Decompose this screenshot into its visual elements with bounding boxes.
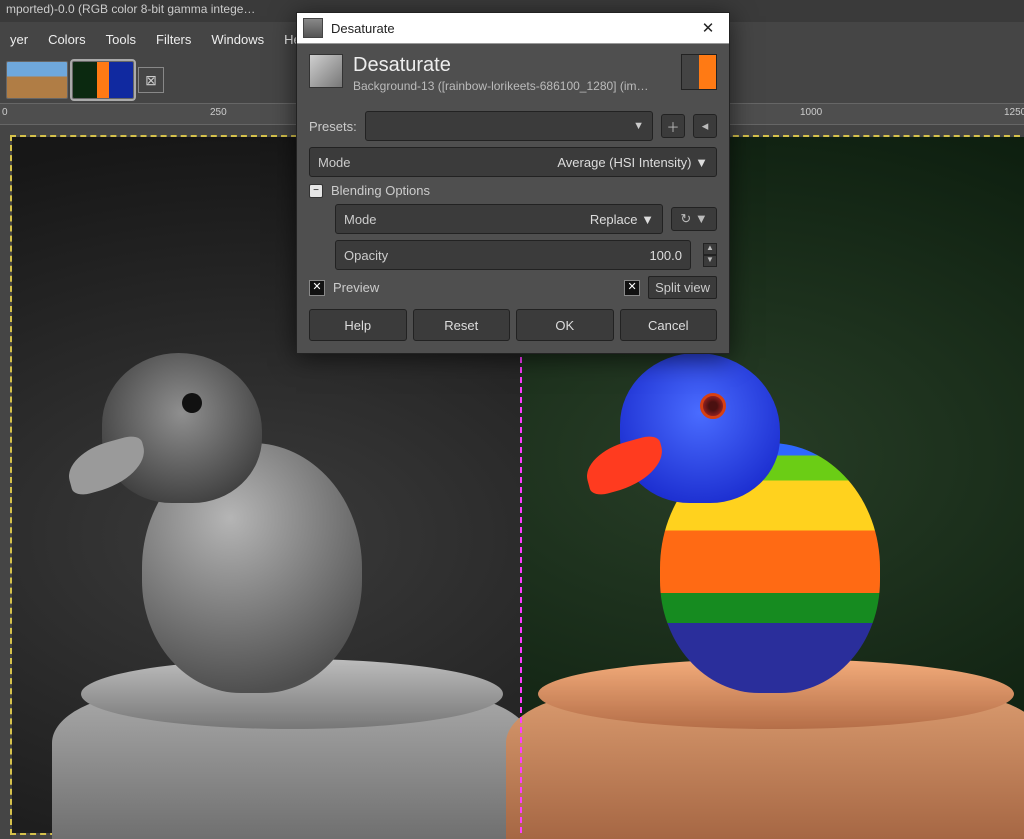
image-tab[interactable]: [6, 61, 68, 99]
menu-windows[interactable]: Windows: [201, 26, 274, 53]
preview-label: Preview: [333, 280, 379, 295]
dialog-titlebar[interactable]: Desaturate ✕: [297, 13, 729, 44]
dialog-title: Desaturate: [331, 21, 395, 36]
menu-filters[interactable]: Filters: [146, 26, 201, 53]
bird-grayscale: [72, 313, 432, 743]
preview-thumbnail: [681, 54, 717, 90]
app-icon: [303, 18, 323, 38]
desaturate-icon: [309, 54, 343, 88]
ruler-tick: 1250: [1004, 107, 1024, 118]
opacity-value: 100.0: [649, 248, 682, 263]
preview-checkbox[interactable]: ✕: [309, 280, 325, 296]
chevron-down-icon: ▼: [633, 120, 644, 132]
presets-label: Presets:: [309, 119, 357, 134]
dialog-subtitle: Background-13 ([rainbow-lorikeets-686100…: [353, 79, 653, 93]
chevron-down-icon: ▼: [692, 155, 708, 170]
ruler-tick: 1000: [800, 107, 822, 118]
split-view-checkbox[interactable]: ✕: [624, 280, 640, 296]
mode-dropdown[interactable]: Mode Average (HSI Intensity) ▼: [309, 147, 717, 177]
blending-options-label: Blending Options: [331, 183, 430, 198]
opacity-field[interactable]: Opacity 100.0: [335, 240, 691, 270]
split-view-label: Split view: [648, 276, 717, 299]
blend-mode-value: Replace: [590, 212, 638, 227]
mode-label: Mode: [318, 155, 351, 170]
close-icon[interactable]: ✕: [691, 16, 725, 40]
chevron-down-icon: ▼: [638, 212, 654, 227]
bird-color: [590, 313, 950, 743]
dialog-header: Desaturate Background-13 ([rainbow-lorik…: [297, 44, 729, 99]
spin-down-icon[interactable]: ▼: [703, 255, 717, 267]
opacity-label: Opacity: [344, 248, 388, 263]
close-tab-button[interactable]: ⊠: [138, 67, 164, 93]
blend-mode-dropdown[interactable]: Mode Replace ▼: [335, 204, 663, 234]
ruler-tick: 0: [2, 107, 8, 118]
ok-button[interactable]: OK: [516, 309, 614, 341]
menu-colors[interactable]: Colors: [38, 26, 96, 53]
preset-menu-button[interactable]: ◂: [693, 114, 717, 138]
mode-value: Average (HSI Intensity): [557, 155, 691, 170]
presets-dropdown[interactable]: ▼: [365, 111, 653, 141]
menu-tools[interactable]: Tools: [96, 26, 146, 53]
opacity-spinner[interactable]: ▲ ▼: [703, 243, 717, 267]
cancel-button[interactable]: Cancel: [620, 309, 718, 341]
menu-layer[interactable]: yer: [0, 26, 38, 53]
reset-button[interactable]: Reset: [413, 309, 511, 341]
add-preset-button[interactable]: ＋: [661, 114, 685, 138]
blend-mode-extra[interactable]: ↻ ▼: [671, 207, 717, 231]
desaturate-dialog: Desaturate ✕ Desaturate Background-13 ([…: [296, 12, 730, 354]
collapse-toggle[interactable]: −: [309, 184, 323, 198]
dialog-heading: Desaturate: [353, 54, 653, 77]
spin-up-icon[interactable]: ▲: [703, 243, 717, 255]
ruler-tick: 250: [210, 107, 227, 118]
blend-mode-label: Mode: [344, 212, 377, 227]
help-button[interactable]: Help: [309, 309, 407, 341]
image-tab[interactable]: [72, 61, 134, 99]
